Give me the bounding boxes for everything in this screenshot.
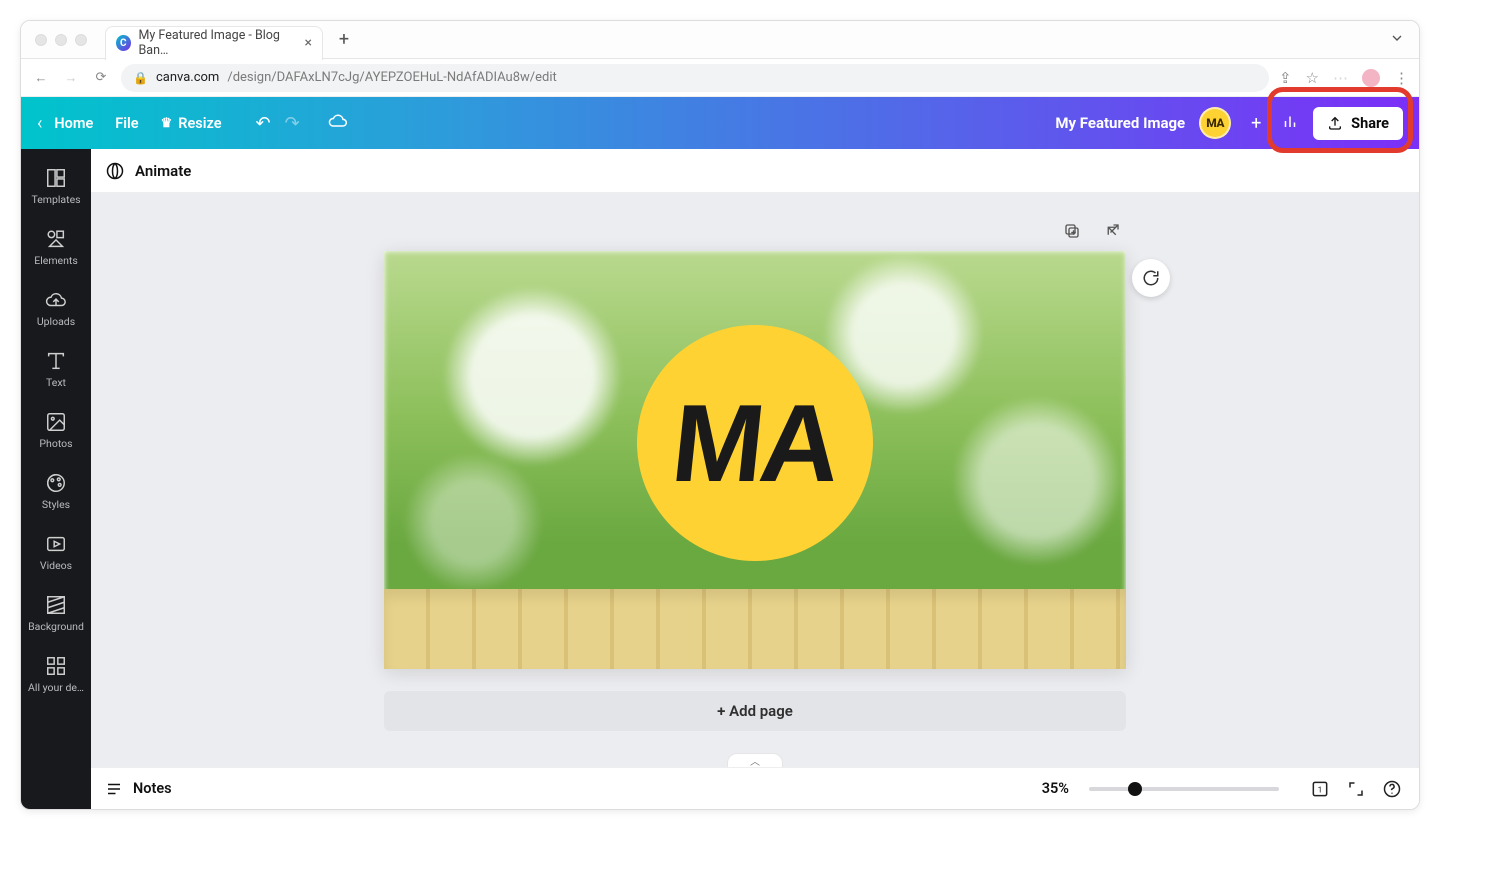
add-page-label: + Add page <box>717 702 793 720</box>
sidebar-item-label: Videos <box>40 559 72 572</box>
address-bar-actions: ⇪ ☆ ⋯ ⋮ <box>1279 69 1409 87</box>
sidebar-item-label: Text <box>46 376 66 389</box>
share-page-icon[interactable]: ⇪ <box>1279 69 1292 87</box>
sidebar-item-label: Uploads <box>37 315 75 328</box>
svg-text:1: 1 <box>1318 785 1323 795</box>
browser-menu-icon[interactable]: ⋮ <box>1394 69 1409 87</box>
sidebar-item-label: Styles <box>42 498 70 511</box>
page-thumbnails-button[interactable]: 1 <box>1307 776 1333 802</box>
file-menu[interactable]: File <box>115 115 138 132</box>
duplicate-page-icon[interactable] <box>1058 217 1086 245</box>
open-external-icon[interactable] <box>1098 217 1126 245</box>
new-tab-button[interactable]: + <box>331 27 357 53</box>
share-button[interactable]: Share <box>1313 107 1403 140</box>
notes-icon <box>105 780 123 798</box>
sidebar-item-photos[interactable]: Photos <box>21 401 91 462</box>
browser-window: C My Featured Image - Blog Ban… × + ← → … <box>20 20 1420 810</box>
upload-icon <box>1327 115 1343 131</box>
close-window-dot[interactable] <box>35 34 47 46</box>
back-button[interactable]: ← <box>31 70 51 86</box>
cloud-sync-icon[interactable] <box>328 111 348 136</box>
sidebar-item-label: Photos <box>39 437 72 450</box>
animate-button[interactable]: Animate <box>135 162 191 180</box>
address-bar[interactable]: 🔒 canva.com/design/DAFAxLN7cJg/AYEPZOEHu… <box>121 64 1269 92</box>
zoom-slider[interactable] <box>1089 787 1279 791</box>
minimize-window-dot[interactable] <box>55 34 67 46</box>
url-path: /design/DAFAxLN7cJg/AYEPZOEHuL-NdAfADIAu… <box>227 70 556 85</box>
sidebar-item-background[interactable]: Background <box>21 584 91 645</box>
sidebar-item-videos[interactable]: Videos <box>21 523 91 584</box>
sidebar-item-label: Templates <box>31 193 80 206</box>
editor-topbar: ‹ Home File ♛ Resize ↶ ↷ My Featured Ima… <box>21 97 1419 149</box>
profile-avatar-icon[interactable] <box>1362 69 1380 87</box>
bookmark-icon[interactable]: ☆ <box>1306 69 1319 87</box>
sidebar-item-all-designs[interactable]: All your de… <box>21 645 91 706</box>
sidebar-item-text[interactable]: Text <box>21 340 91 401</box>
titlebar: C My Featured Image - Blog Ban… × + <box>21 21 1419 59</box>
insights-icon[interactable] <box>1281 112 1299 134</box>
back-chevron-icon[interactable]: ‹ <box>37 113 42 134</box>
reload-button[interactable]: ⟳ <box>91 70 111 85</box>
crown-icon: ♛ <box>161 116 173 131</box>
tab-title: My Featured Image - Blog Ban… <box>139 28 297 58</box>
help-button[interactable] <box>1379 776 1405 802</box>
browser-tab[interactable]: C My Featured Image - Blog Ban… × <box>105 26 323 60</box>
maximize-window-dot[interactable] <box>75 34 87 46</box>
canvas-wrap: MA <box>384 251 1126 669</box>
sidebar-item-uploads[interactable]: Uploads <box>21 279 91 340</box>
traffic-lights <box>35 34 87 46</box>
sidebar-item-elements[interactable]: Elements <box>21 218 91 279</box>
notes-button[interactable]: Notes <box>133 780 172 797</box>
user-avatar[interactable]: MA <box>1199 107 1231 139</box>
sidebar-item-label: Elements <box>34 254 78 267</box>
canvas-area[interactable]: MA + Add page ︿ <box>91 193 1419 767</box>
lock-icon: 🔒 <box>133 71 148 85</box>
regenerate-button[interactable] <box>1132 259 1170 297</box>
animate-icon <box>105 161 125 181</box>
design-canvas[interactable]: MA <box>384 251 1126 669</box>
logo-circle[interactable]: MA <box>637 325 873 561</box>
close-tab-icon[interactable]: × <box>305 35 312 51</box>
sidebar-item-label: All your de… <box>28 681 84 694</box>
forward-button[interactable]: → <box>61 70 81 86</box>
tabs-overflow-icon[interactable] <box>1389 30 1405 50</box>
address-bar-row: ← → ⟳ 🔒 canva.com/design/DAFAxLN7cJg/AYE… <box>21 59 1419 97</box>
undo-button[interactable]: ↶ <box>256 113 271 134</box>
document-title[interactable]: My Featured Image <box>1055 114 1185 132</box>
fullscreen-button[interactable] <box>1343 776 1369 802</box>
share-label: Share <box>1351 115 1389 132</box>
left-sidebar: Templates Elements Uploads Text Photos <box>21 149 91 809</box>
context-toolbar: Animate <box>91 149 1419 193</box>
canva-app: ‹ Home File ♛ Resize ↶ ↷ My Featured Ima… <box>21 97 1419 809</box>
zoom-slider-knob[interactable] <box>1128 782 1142 796</box>
logo-text: MA <box>667 380 843 507</box>
resize-label: Resize <box>178 115 221 132</box>
canva-favicon: C <box>116 35 131 51</box>
add-collaborator-button[interactable]: + <box>1245 112 1267 134</box>
extensions-icon[interactable]: ⋯ <box>1333 69 1348 87</box>
zoom-level[interactable]: 35% <box>1042 780 1069 797</box>
collapse-handle[interactable]: ︿ <box>727 753 783 767</box>
sidebar-item-styles[interactable]: Styles <box>21 462 91 523</box>
editor-main: Animate <box>91 149 1419 809</box>
redo-button[interactable]: ↷ <box>285 113 300 134</box>
url-host: canva.com <box>156 70 219 85</box>
editor-footer: Notes 35% 1 <box>91 767 1419 809</box>
page-tools <box>384 217 1126 245</box>
wood-surface <box>384 589 1126 669</box>
resize-menu[interactable]: ♛ Resize <box>161 115 222 132</box>
add-page-button[interactable]: + Add page <box>384 691 1126 731</box>
home-link[interactable]: Home <box>54 115 93 132</box>
sidebar-item-templates[interactable]: Templates <box>21 157 91 218</box>
sidebar-item-label: Background <box>28 620 84 633</box>
